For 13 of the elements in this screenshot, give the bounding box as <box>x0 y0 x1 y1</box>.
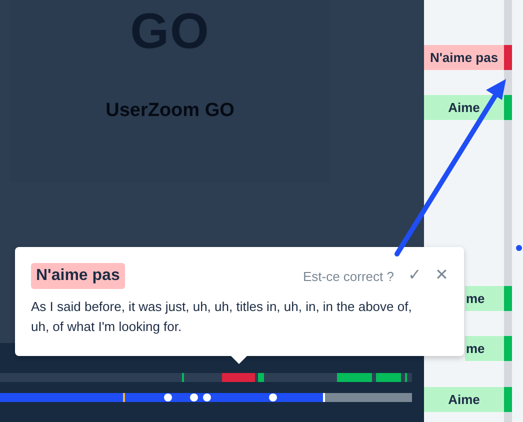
sentiment-tag[interactable]: me <box>465 336 504 361</box>
sentiment-tag[interactable]: me <box>465 286 504 311</box>
sentiment-tag[interactable]: N'aime pas <box>424 45 504 70</box>
timeline-drawing[interactable] <box>0 373 412 403</box>
app-title: UserZoom GO <box>106 100 234 122</box>
question-label: Est-ce correct ? <box>302 268 394 284</box>
quote-text: As I said before, it was just, uh, uh, titles in, uh, in, in the above of, uh, of what I'm looking for. <box>31 298 413 336</box>
dismiss-button[interactable]: ✕ <box>435 268 448 284</box>
marker-dot <box>516 245 522 251</box>
confirm-button[interactable]: ✓ <box>408 268 421 284</box>
sentiment-tag[interactable]: Aime <box>424 95 504 120</box>
sentiment-tag: N'aime pas <box>31 263 125 289</box>
sentiment-tag[interactable]: Aime <box>424 387 504 412</box>
